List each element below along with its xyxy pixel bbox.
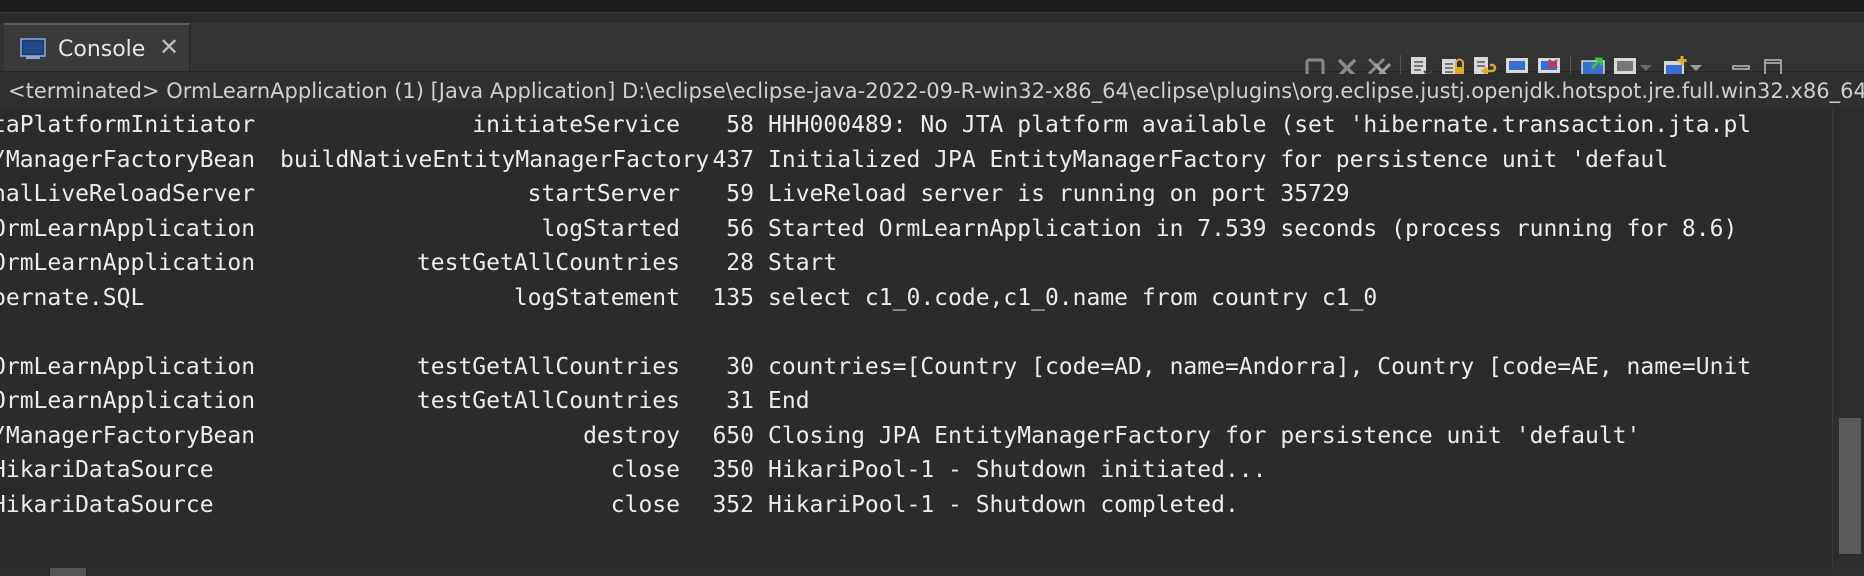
log-line-number: 437 [712, 146, 754, 173]
log-line-number: 58 [726, 112, 754, 138]
log-logger: nalLiveReloadServer [0, 181, 256, 207]
log-message: Closing JPA EntityManagerFactory for per… [768, 422, 1641, 449]
log-line: OrmLearnApplication testGetAllCountries 30… [0, 350, 1832, 384]
log-line-number: 31 [726, 388, 754, 414]
log-method: testGetAllCountries [416, 388, 680, 414]
log-method: logStarted [541, 215, 680, 242]
log-line: OrmLearnApplication testGetAllCountries 31… [0, 384, 1832, 418]
log-line-number: 28 [726, 250, 754, 276]
log-logger: HikariDataSource [0, 491, 214, 518]
log-message: Initialized JPA EntityManagerFactory for… [768, 146, 1669, 173]
log-logger: OrmLearnApplication [0, 353, 256, 380]
log-line-number: 650 [712, 422, 754, 449]
log-logger: HikariDataSource [0, 457, 214, 483]
log-message: HHH000489: No JTA platform available (se… [768, 112, 1752, 138]
log-logger: /ManagerFactoryBean [0, 422, 256, 449]
log-method: startServer [527, 181, 680, 207]
log-method: buildNativeEntityManagerFactory [280, 146, 710, 173]
log-line-number: 56 [726, 215, 754, 242]
log-logger: OrmLearnApplication [0, 388, 256, 414]
log-logger: OrmLearnApplication [0, 215, 256, 242]
log-line-number: 135 [712, 284, 754, 311]
log-message: HikariPool-1 - Shutdown initiated... [768, 457, 1267, 483]
log-logger: taPlatformInitiator [0, 112, 256, 138]
log-line: OrmLearnApplication logStarted 56 Started O… [0, 212, 1832, 246]
log-line: /ManagerFactoryBean buildNativeEntityMana… [0, 143, 1832, 177]
horizontal-scrollbar-thumb[interactable] [50, 568, 86, 576]
log-line: OrmLearnApplication testGetAllCountries 28… [0, 246, 1832, 280]
console-output[interactable]: taPlatformInitiator initiateService 58 HHH0… [0, 108, 1832, 566]
horizontal-scrollbar[interactable] [0, 566, 1832, 576]
log-message: countries=[Country [code=AD, name=Andorr… [768, 353, 1752, 380]
log-method: initiateService [472, 112, 680, 138]
log-line: HikariDataSource close 352 HikariPool-1 - S… [0, 488, 1832, 522]
log-message: Start [768, 250, 838, 276]
log-method: testGetAllCountries [416, 353, 680, 380]
log-message: End [768, 388, 810, 414]
log-message: Started OrmLearnApplication in 7.539 sec… [768, 215, 1738, 242]
log-message: select c1_0.code,c1_0.name from country … [768, 284, 1378, 311]
log-message: HikariPool-1 - Shutdown completed. [768, 491, 1239, 518]
vertical-scrollbar[interactable] [1832, 108, 1864, 566]
log-line: pernate.SQL logStatement 135 select c1_0.co… [0, 281, 1832, 315]
log-line-number: 59 [726, 181, 754, 207]
log-message: LiveReload server is running on port 357… [768, 181, 1350, 207]
log-method: logStatement [513, 284, 680, 311]
log-logger: OrmLearnApplication [0, 250, 256, 276]
log-line: HikariDataSource close 350 HikariPool-1 - S… [0, 453, 1832, 487]
vertical-scrollbar-thumb[interactable] [1839, 418, 1861, 554]
log-method: destroy [583, 422, 680, 449]
log-line-number: 30 [726, 353, 754, 380]
tab-console[interactable]: Console ✕ [4, 23, 190, 71]
launch-status: <terminated> OrmLearnApplication (1) [Ja… [0, 74, 1864, 108]
log-method: close [610, 457, 680, 483]
log-method: close [610, 491, 680, 518]
console-icon [20, 38, 46, 60]
log-line-number: 352 [712, 491, 754, 518]
log-line: taPlatformInitiator initiateService 58 HHH0… [0, 108, 1832, 142]
editor-area-edge [0, 0, 1864, 13]
view-tab-bar: Console ✕ [0, 23, 1864, 83]
log-logger: pernate.SQL [0, 284, 145, 311]
log-method: testGetAllCountries [416, 250, 680, 276]
log-line: nalLiveReloadServer startServer 59 LiveRelo… [0, 177, 1832, 211]
log-logger: /ManagerFactoryBean [0, 146, 256, 173]
log-line-number: 350 [712, 457, 754, 483]
sash[interactable] [0, 13, 1864, 23]
log-line: /ManagerFactoryBean destroy 650 Closing JPA… [0, 419, 1832, 453]
tab-console-label: Console [58, 37, 146, 62]
close-icon[interactable]: ✕ [158, 35, 180, 59]
